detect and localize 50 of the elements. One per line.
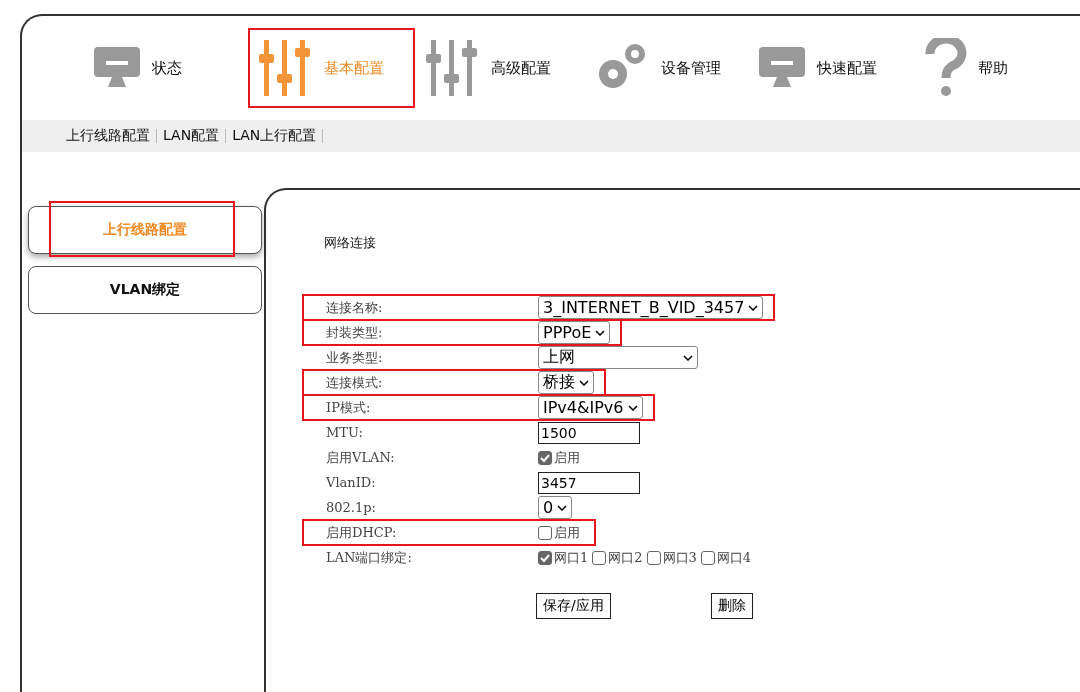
checkbox[interactable] [538, 525, 552, 540]
section-title: 网络连接 [324, 234, 377, 252]
field-label: 业务类型: [326, 348, 384, 367]
dropdown[interactable]: IPv4&IPv6 [538, 396, 643, 419]
field-label: 启用DHCP: [326, 523, 398, 542]
dropdown[interactable]: 桥接 [538, 371, 594, 394]
checkbox-label: 启用 [554, 448, 580, 467]
checkbox-label: 网口2 [608, 548, 643, 567]
caret-icon [748, 304, 759, 311]
input-field[interactable]: 1500 [538, 421, 640, 444]
checkbox[interactable] [538, 450, 552, 465]
caret-icon [579, 379, 589, 386]
nav-tab[interactable]: 设备管理 [581, 28, 748, 108]
checkbox-label: 启用 [554, 523, 580, 542]
dropdown[interactable]: 0 [538, 496, 573, 519]
checkbox[interactable] [700, 550, 715, 565]
checkbox[interactable] [646, 550, 661, 565]
subnav-link[interactable]: 上行线路配置 [66, 127, 150, 145]
field-label: VlanID: [326, 475, 377, 490]
dropdown[interactable]: PPPoE [538, 321, 611, 344]
checkbox-label: 网口4 [716, 548, 752, 567]
action-button[interactable]: 保存/应用 [536, 593, 611, 619]
nav-tab[interactable]: 快速配置 [747, 28, 914, 108]
field-label: MTU: [326, 425, 364, 440]
input-field[interactable]: 3457 [538, 471, 640, 494]
checkbox-label: 网口3 [662, 548, 697, 567]
subnav-link[interactable]: LAN配置 [163, 127, 220, 145]
question-icon [923, 38, 968, 98]
caret-icon [595, 329, 606, 336]
action-button[interactable]: 删除 [710, 593, 753, 619]
field-label: IP模式: [326, 398, 372, 417]
nav-tab[interactable]: 高级配置 [414, 28, 581, 108]
field-label: 连接名称: [326, 298, 384, 317]
caret-icon [627, 404, 638, 411]
field-label: 封装类型: [326, 323, 384, 342]
nav-tab[interactable]: 帮助 [913, 28, 1080, 108]
dropdown[interactable]: 上网 [538, 346, 698, 369]
checkbox-label: 网口1 [554, 548, 589, 567]
caret-icon [683, 354, 693, 361]
subnav-link[interactable]: LAN上行配置 [232, 127, 317, 145]
checkbox[interactable] [538, 550, 552, 565]
checkbox[interactable] [592, 550, 607, 565]
caret-icon [557, 504, 568, 511]
nav-tab[interactable]: 状态 [82, 28, 249, 108]
field-label: 802.1p: [326, 500, 377, 515]
field-label: LAN端口绑定: [326, 548, 413, 567]
sidebar-item[interactable]: VLAN绑定 [28, 266, 262, 314]
field-label: 启用VLAN: [326, 448, 396, 467]
field-label: 连接模式: [326, 373, 384, 392]
dropdown[interactable]: 3_INTERNET_B_VID_3457 [538, 296, 764, 319]
